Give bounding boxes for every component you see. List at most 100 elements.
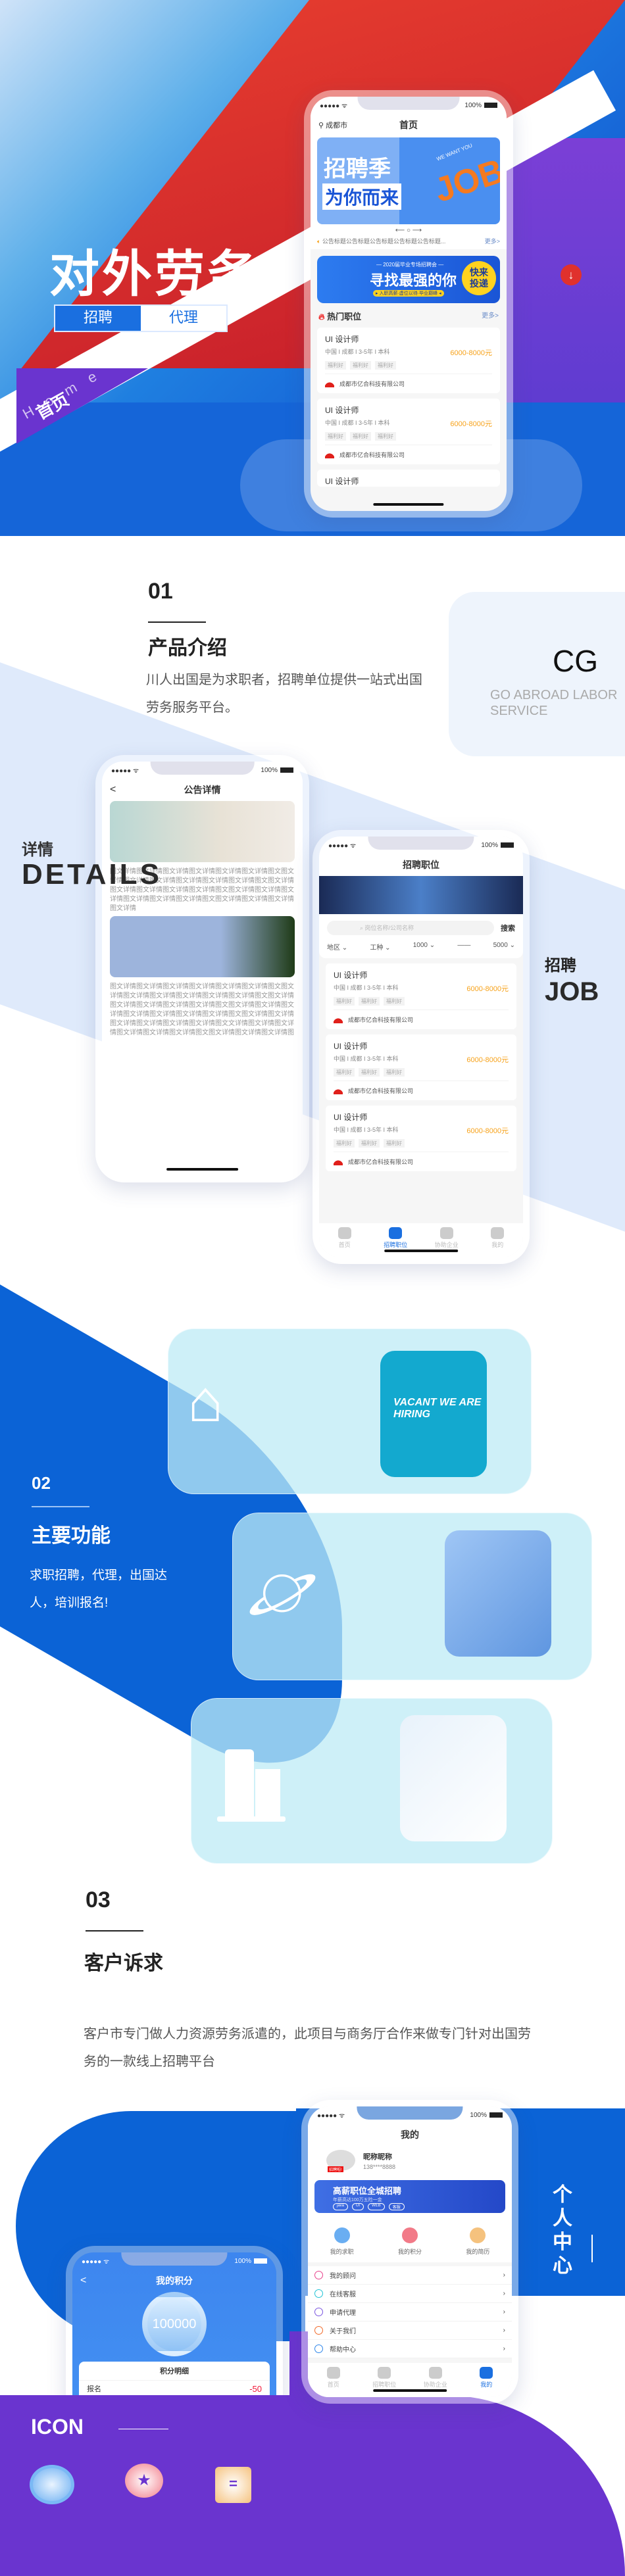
tab-3[interactable]: 我的 <box>478 1227 517 1257</box>
cg-subtitle: GO ABROAD LABOR SERVICE <box>490 688 618 718</box>
promo-banner[interactable]: — 2020届毕业专场招聘会 — 寻找最强的你 ▸ 入职高薪·虚位以待·毕业巅峰… <box>317 256 500 303</box>
job-card[interactable]: UI 设计师 <box>317 470 500 487</box>
article-paragraph: 图文详情图文详情图文详情图文详情图文详情图文详情图文图文详情图文详情图文详情图文… <box>110 983 294 1036</box>
menu-item[interactable]: 关于我们 › <box>308 2321 512 2340</box>
filter-dropdown[interactable]: 1000 ⌄ <box>413 942 435 952</box>
tab-label: 我的 <box>480 2381 493 2388</box>
job-card[interactable]: UI 设计师 中国 I 成都 I 3-5年 I 本科 6000-8000元 福利好 福利… <box>326 1034 516 1100</box>
battery-icon <box>280 767 293 773</box>
job-salary: 6000-8000元 <box>450 349 492 357</box>
hero-title: 对外劳务 <box>49 247 260 303</box>
company-logo-icon <box>325 380 334 387</box>
tab-2[interactable]: 协助企业 <box>416 2367 455 2397</box>
filter-dropdown[interactable]: 地区 ⌄ <box>327 942 347 952</box>
section-number: 03 <box>86 1887 111 1912</box>
company-name: 成都市亿合科技有限公司 <box>348 1159 414 1165</box>
job-meta: 中国 I 成都 I 3-5年 I 本科 <box>334 1056 399 1062</box>
job-meta-row: 中国 I 成都 I 3-5年 I 本科 6000-8000元 <box>334 1054 509 1065</box>
job-title: UI 设计师 <box>334 1042 368 1051</box>
battery-icon <box>489 2112 503 2118</box>
shortcut-2[interactable]: 我的简历 <box>466 2227 489 2256</box>
tab-icon <box>378 2367 391 2379</box>
signal-icon: ●●●●● ᯤ <box>82 2258 110 2266</box>
notice-row[interactable]: 🔈︎ 公告标题公告标题公告标题公告标题公告标题... 更多> <box>317 237 500 245</box>
menu-item[interactable]: 申请代理 › <box>308 2303 512 2321</box>
job-title: UI 设计师 <box>325 477 359 486</box>
tab-recruit[interactable]: 招聘 <box>55 306 141 331</box>
search-button[interactable]: 搜索 <box>501 923 515 933</box>
tab-agent[interactable]: 代理 <box>141 306 226 331</box>
job-tag: 福利好 <box>325 432 346 441</box>
tab-icon <box>439 1227 453 1239</box>
tab-1[interactable]: 招聘职位 <box>376 1227 415 1257</box>
profile-row[interactable]: 招聘啦! 昵称昵称 138****8888 <box>308 2146 512 2175</box>
cg-card <box>449 592 625 756</box>
hot-jobs-more-link[interactable]: 更多> <box>482 310 499 322</box>
section-title: 产品介绍 <box>148 637 227 659</box>
back-chevron-icon[interactable]: < <box>80 2275 86 2287</box>
promo-badge: 快来投递 <box>462 261 496 295</box>
chevron-right-icon: › <box>503 2327 505 2334</box>
promo-banner[interactable]: 高薪职位全城招聘 年薪高达100万五险一金 java UI WEB 客服 <box>314 2180 505 2213</box>
filter-dropdown[interactable]: —— <box>457 942 470 952</box>
tab-2[interactable]: 协助企业 <box>427 1227 466 1257</box>
top-area: 招聘季 为你而来 JOB WE WANT YOU ⟵ ○ ⟶ 🔈︎ 公告标题公告… <box>311 136 507 249</box>
tab-icon <box>389 1227 403 1239</box>
cg-logo-text: CG <box>553 644 598 678</box>
back-chevron-icon[interactable]: < <box>110 784 116 796</box>
shortcut-1[interactable]: 我的积分 <box>398 2227 422 2256</box>
battery-icon <box>254 2258 267 2264</box>
job-tag: 福利好 <box>350 361 371 370</box>
job-en-title: JOB <box>545 977 599 1006</box>
search-input[interactable]: ⌕ 岗位名称/公司名称 <box>327 921 494 935</box>
job-card[interactable]: UI 设计师 中国 I 成都 I 3-5年 I 本科 6000-8000元 福利好 福利… <box>317 399 500 464</box>
tab-0[interactable]: 首页 <box>325 1227 364 1257</box>
location-selector[interactable]: ⚲ 成都市 <box>318 120 347 130</box>
divider <box>32 1506 89 1507</box>
house-icon: ⌂ <box>188 1369 224 1434</box>
job-tag: 福利好 <box>359 1139 380 1148</box>
nav-bar: < 公告详情 <box>102 779 303 801</box>
tab-1[interactable]: 招聘职位 <box>364 2367 404 2397</box>
menu-item[interactable]: 我的顾问 › <box>308 2266 512 2285</box>
shortcut-icon <box>401 2227 418 2243</box>
job-card[interactable]: UI 设计师 中国 I 成都 I 3-5年 I 本科 6000-8000元 福利好 福利… <box>326 1106 516 1171</box>
banner-tag: WE WANT YOU <box>436 142 474 162</box>
points-total: 100000 <box>142 2292 207 2356</box>
carousel-indicator[interactable]: ⟵ ○ ⟶ <box>317 227 500 234</box>
job-card[interactable]: UI 设计师 中国 I 成都 I 3-5年 I 本科 6000-8000元 福利好 福利… <box>326 963 516 1029</box>
hot-fire-icon: 🔥︎ <box>318 312 325 322</box>
chevron-right-icon: › <box>503 2345 505 2352</box>
battery-text: 100% <box>464 101 482 109</box>
job-tags: 福利好 福利好 福利好 <box>334 1068 509 1077</box>
job-tag: 福利好 <box>359 1068 380 1077</box>
job-list: UI 设计师 中国 I 成都 I 3-5年 I 本科 6000-8000元 福利好 福利… <box>311 328 507 487</box>
tab-label: 首页 <box>327 2381 339 2388</box>
company-row: 成都市亿合科技有限公司 <box>334 1081 509 1100</box>
shortcut-label: 我的求职 <box>330 2248 354 2255</box>
shortcut-0[interactable]: 我的求职 <box>330 2227 354 2256</box>
jobs-phone: ●●●●● ᯤ 100% 招聘职位 ⌕ 岗位名称/公司名称 搜索 地区 ⌄ 工种 ⌄… <box>312 830 530 1264</box>
job-title: UI 设计师 <box>325 406 359 415</box>
job-meta: 中国 I 成都 I 3-5年 I 本科 <box>325 420 390 426</box>
divider <box>86 1930 143 1932</box>
banner-carousel[interactable]: 招聘季 为你而来 JOB WE WANT YOU <box>317 137 500 224</box>
tab-label: 招聘职位 <box>372 2381 397 2388</box>
notice-text: 公告标题公告标题公告标题公告标题公告标题... <box>322 238 446 245</box>
filter-dropdown[interactable]: 工种 ⌄ <box>370 942 390 952</box>
tab-3[interactable]: 我的 <box>466 2367 506 2397</box>
notice-more-link[interactable]: 更多> <box>485 237 500 245</box>
location-label: 成都市 <box>326 122 348 130</box>
scroll-down-arrow-icon[interactable]: ↓ <box>561 264 582 285</box>
search-placeholder: 岗位名称/公司名称 <box>364 925 414 931</box>
menu-item[interactable]: 帮助中心 › <box>308 2340 512 2358</box>
company-logo-icon <box>334 1016 343 1023</box>
filter-dropdown[interactable]: 5000 ⌄ <box>493 942 515 952</box>
job-tag: 福利好 <box>384 997 405 1006</box>
status-bar: ●●●●● ᯤ 100% <box>311 97 507 114</box>
job-card[interactable]: UI 设计师 中国 I 成都 I 3-5年 I 本科 6000-8000元 福利好 福利… <box>317 328 500 393</box>
jobs-banner-image <box>319 876 523 914</box>
menu-item[interactable]: 在线客服 › <box>308 2285 512 2303</box>
company-row: 成都市亿合科技有限公司 <box>325 374 492 393</box>
tab-0[interactable]: 首页 <box>314 2367 353 2397</box>
